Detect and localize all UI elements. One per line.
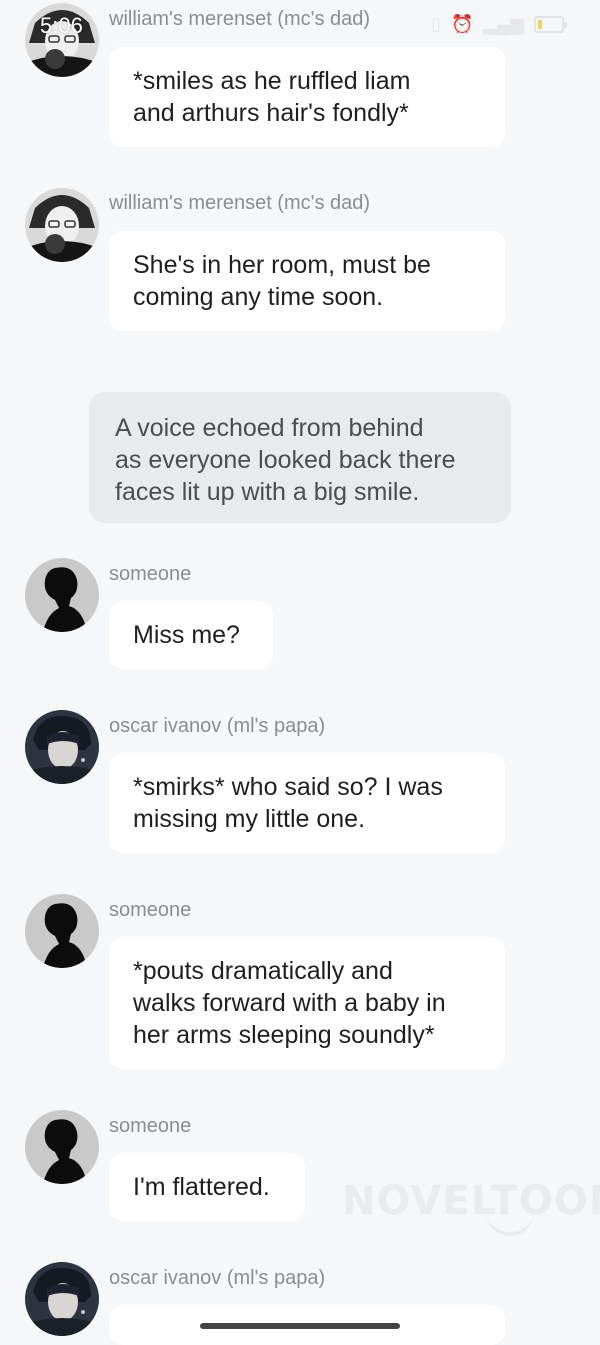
- oscar-avatar[interactable]: [25, 1262, 99, 1336]
- noveltoon-watermark: NOVELTOON: [342, 1178, 600, 1224]
- message-line: She's in her room, must be: [133, 251, 431, 279]
- message-bubble: She's in her room, must be coming any ti…: [109, 231, 505, 331]
- message-line: *pouts dramatically and: [133, 957, 393, 985]
- message-line: her arms sleeping soundly*: [133, 1021, 435, 1049]
- alarm-icon: ⏰: [451, 14, 474, 34]
- message-line: and arthurs hair's fondly*: [133, 99, 409, 127]
- narration-line: faces lit up with a big smile.: [115, 478, 420, 506]
- message-line: missing my little one.: [133, 805, 366, 833]
- speaker-name: someone: [109, 899, 192, 921]
- oscar-avatar[interactable]: [25, 710, 99, 784]
- status-icons: ▯ ⏰ ▂▄▆: [431, 14, 567, 35]
- silhouette-avatar[interactable]: [25, 894, 99, 968]
- message-line: Miss me?: [133, 621, 240, 649]
- vibrate-icon: ▯: [431, 14, 442, 34]
- battery-icon: [534, 16, 567, 33]
- signal-icon: ▂▄▆: [483, 14, 524, 34]
- narration-line: A voice echoed from behind: [115, 414, 424, 442]
- silhouette-avatar[interactable]: [25, 1110, 99, 1184]
- message-bubble: *smiles as he ruffled liam and arthurs h…: [109, 47, 505, 147]
- speaker-name: someone: [109, 563, 192, 585]
- speaker-name: oscar ivanov (ml's papa): [109, 1267, 326, 1289]
- message-bubble: *smirks* who said so? I was missing my l…: [109, 753, 505, 853]
- message-line: *smirks* who said so? I was: [133, 773, 443, 801]
- message-bubble: *pouts dramatically and walks forward wi…: [109, 937, 505, 1069]
- message-bubble: Miss me?: [109, 601, 273, 669]
- message-line: coming any time soon.: [133, 283, 384, 311]
- speaker-name: william's merenset (mc's dad): [109, 192, 371, 214]
- speaker-name: someone: [109, 1115, 192, 1137]
- speaker-name: oscar ivanov (ml's papa): [109, 715, 326, 737]
- message-bubble: I'm flattered.: [109, 1153, 305, 1221]
- home-indicator[interactable]: [200, 1323, 400, 1329]
- message-line: *smiles as he ruffled liam: [133, 67, 411, 95]
- narration-line: as everyone looked back there: [115, 446, 456, 474]
- watermark-smile-icon: [486, 1210, 534, 1236]
- message-line: walks forward with a baby in: [133, 989, 446, 1017]
- silhouette-avatar[interactable]: [25, 558, 99, 632]
- message-line: I'm flattered.: [133, 1173, 270, 1201]
- status-bar: 5:06 ▯ ⏰ ▂▄▆: [0, 0, 600, 52]
- narration-bubble: A voice echoed from behind as everyone l…: [89, 392, 511, 523]
- william-avatar[interactable]: [25, 188, 99, 262]
- status-time: 5:06: [40, 13, 83, 38]
